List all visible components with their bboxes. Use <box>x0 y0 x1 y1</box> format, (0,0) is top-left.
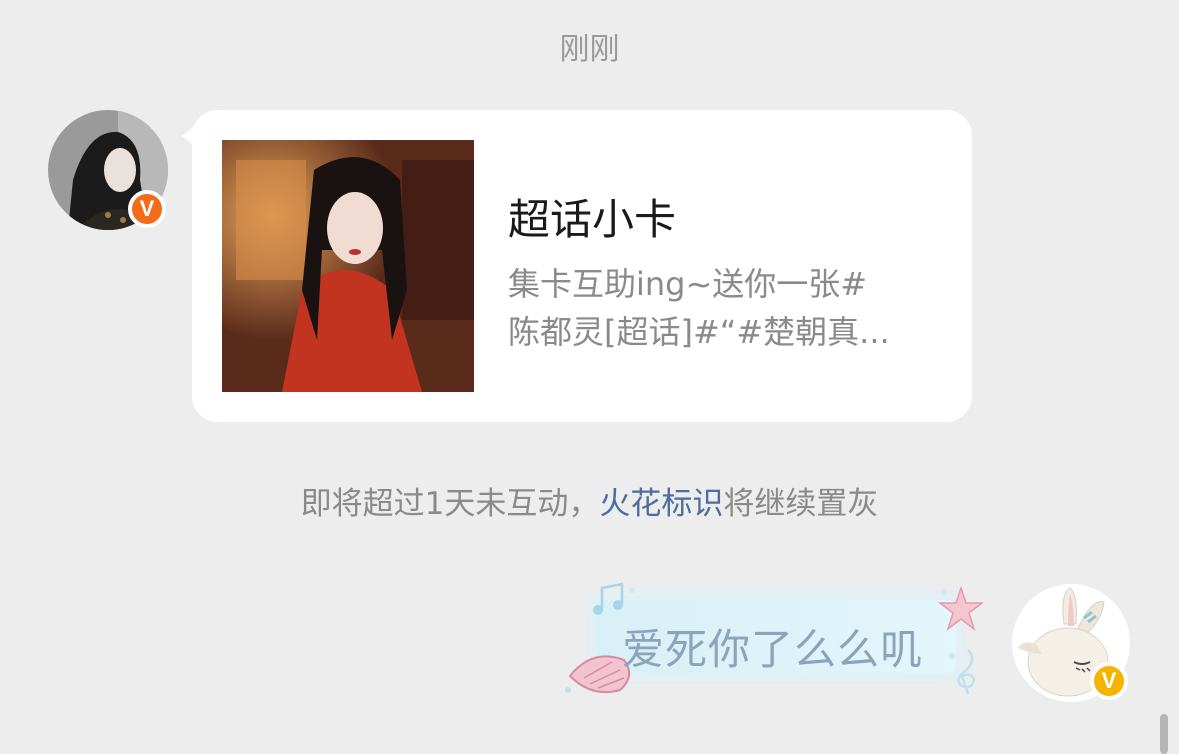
verified-badge-icon: V <box>128 190 166 228</box>
treble-clef-icon <box>949 649 976 695</box>
card-thumbnail-image <box>222 140 474 392</box>
music-note-icon <box>593 582 635 615</box>
scrollbar[interactable] <box>1160 714 1168 754</box>
verified-badge-icon: V <box>1090 662 1128 700</box>
notice-suffix: 将继续置灰 <box>723 486 879 522</box>
outgoing-message-bubble[interactable]: 爱死你了么么叽 <box>560 578 990 698</box>
outgoing-message-text: 爱死你了么么叽 <box>622 625 924 674</box>
spark-badge-link[interactable]: 火花标识 <box>599 486 723 522</box>
message-timestamp: 刚刚 <box>559 32 620 67</box>
bubble-tail <box>182 126 194 146</box>
sender-avatar[interactable]: V <box>48 110 168 230</box>
card-description: 集卡互助ing~送你一张# 陈都灵[超话]#“#楚朝真... <box>508 260 942 356</box>
card-description-line-1: 集卡互助ing~送你一张# <box>508 265 868 303</box>
super-topic-card-message[interactable]: 超话小卡 集卡互助ing~送你一张# 陈都灵[超话]#“#楚朝真... <box>182 110 972 422</box>
my-avatar[interactable]: V <box>1012 584 1130 702</box>
notice-prefix: 即将超过1天未互动， <box>300 486 600 522</box>
card-description-line-2: 陈都灵[超话]#“#楚朝真... <box>508 313 890 351</box>
starfish-icon <box>938 586 984 632</box>
card-title: 超话小卡 <box>508 195 677 244</box>
interaction-notice: 即将超过1天未互动，火花标识将继续置灰 <box>0 478 1179 523</box>
